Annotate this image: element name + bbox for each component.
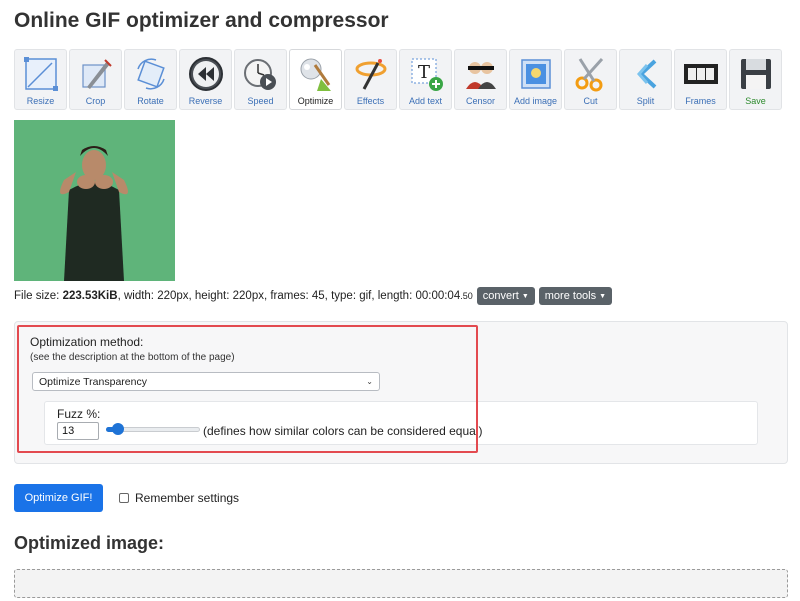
- fuzz-help-text: (defines how similar colors can be consi…: [203, 424, 483, 438]
- censor-icon: [465, 62, 496, 89]
- tool-label: Add text: [408, 96, 443, 106]
- chevron-down-icon: ⌄: [366, 377, 373, 386]
- file-size-value: 223.53KiB: [62, 290, 118, 302]
- fuzz-box: [44, 401, 758, 445]
- tool-label: Crop: [85, 96, 106, 106]
- tool-label: Reverse: [188, 96, 223, 106]
- tool-label: Rotate: [137, 96, 164, 106]
- remember-settings-checkbox[interactable]: [119, 493, 129, 503]
- remember-settings[interactable]: Remember settings: [119, 491, 239, 505]
- tool-add-image[interactable]: Add image: [509, 49, 562, 110]
- method-description: (see the description at the bottom of th…: [30, 352, 235, 363]
- file-info: File size: 223.53KiB, width: 220px, heig…: [14, 287, 613, 305]
- speed-icon: [243, 59, 276, 90]
- convert-dropdown-button[interactable]: convert ▼: [476, 287, 535, 305]
- add-image-icon: [520, 59, 551, 89]
- tool-label: Effects: [356, 96, 385, 106]
- optimize-gif-button[interactable]: Optimize GIF!: [14, 484, 103, 512]
- tool-label: Resize: [26, 96, 55, 106]
- svg-text:T: T: [418, 62, 430, 83]
- fuzz-label: Fuzz %:: [57, 407, 101, 421]
- tool-toolbar: Resize Crop Rotate Reverse Speed Optimiz…: [14, 49, 782, 110]
- effects-icon: [355, 59, 386, 90]
- add-text-icon: T: [411, 58, 443, 91]
- tool-label: Add image: [513, 96, 558, 106]
- save-icon: [740, 59, 771, 89]
- method-label: Optimization method:: [30, 335, 144, 349]
- crop-icon: [81, 59, 112, 89]
- tool-crop[interactable]: Crop: [69, 49, 122, 110]
- slider-thumb[interactable]: [112, 423, 124, 435]
- more-tools-dropdown-button[interactable]: more tools ▼: [538, 287, 613, 305]
- tool-optimize[interactable]: Optimize: [289, 49, 342, 110]
- selected-method: Optimize Transparency: [39, 375, 147, 388]
- tool-censor[interactable]: Censor: [454, 49, 507, 110]
- remember-settings-label: Remember settings: [135, 491, 240, 505]
- caret-down-icon: ▼: [521, 292, 529, 300]
- tool-label: Speed: [247, 96, 274, 106]
- tool-speed[interactable]: Speed: [234, 49, 287, 110]
- optimization-method-select[interactable]: Optimize Transparency ⌄: [32, 372, 380, 391]
- frames-icon: [683, 64, 718, 84]
- file-info-text: File size: 223.53KiB, width: 220px, heig…: [14, 290, 473, 302]
- tool-split[interactable]: Split: [619, 49, 672, 110]
- tool-effects[interactable]: Effects: [344, 49, 397, 110]
- tool-label: Optimize: [297, 96, 334, 106]
- tool-cut[interactable]: Cut: [564, 49, 617, 110]
- tool-resize[interactable]: Resize: [14, 49, 67, 110]
- tool-add-text[interactable]: T Add text: [399, 49, 452, 110]
- fuzz-slider[interactable]: [106, 423, 200, 435]
- tool-save[interactable]: Save: [729, 49, 782, 110]
- tool-label: Save: [745, 96, 766, 106]
- resize-icon: [23, 57, 58, 91]
- preview-image: [14, 120, 175, 281]
- tool-label: Split: [636, 96, 655, 106]
- rotate-icon: [136, 58, 165, 90]
- tool-frames[interactable]: Frames: [674, 49, 727, 110]
- optimize-icon: [300, 58, 331, 91]
- tool-rotate[interactable]: Rotate: [124, 49, 177, 110]
- gif-preview: [14, 120, 175, 281]
- tool-label: Cut: [583, 96, 598, 106]
- page-title: Online GIF optimizer and compressor: [14, 9, 389, 32]
- optimized-image-area: [14, 569, 788, 598]
- reverse-icon: [188, 57, 223, 91]
- caret-down-icon: ▼: [599, 292, 607, 300]
- split-icon: [636, 59, 656, 89]
- tool-reverse[interactable]: Reverse: [179, 49, 232, 110]
- optimized-image-title: Optimized image:: [14, 533, 165, 553]
- cut-icon: [575, 57, 603, 92]
- fuzz-input[interactable]: 13: [57, 422, 99, 440]
- tool-label: Frames: [685, 96, 716, 106]
- tool-label: Censor: [465, 96, 495, 106]
